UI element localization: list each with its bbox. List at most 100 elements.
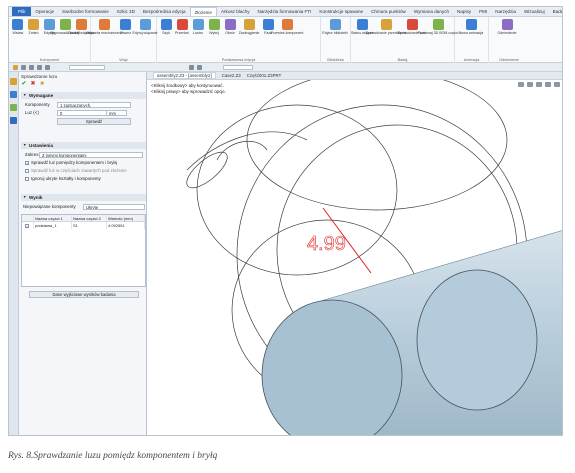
undo-icon[interactable] bbox=[21, 65, 26, 70]
snap-icon[interactable] bbox=[45, 65, 50, 70]
move-component-icon bbox=[281, 19, 293, 30]
insert-button[interactable]: Wstaw bbox=[10, 19, 26, 63]
interference-icon bbox=[380, 19, 392, 30]
doc-tab-czesc001[interactable]: Część001.Z3PRT bbox=[247, 73, 282, 78]
row-checkbox[interactable]: ✓ bbox=[22, 222, 34, 229]
release-constraints-button[interactable]: Zwolnij wiązania bbox=[68, 19, 94, 63]
edit-constraint-button[interactable]: Edytuj wiązanie bbox=[133, 19, 158, 63]
col-check bbox=[22, 215, 34, 221]
col-value: Wartość (mm) bbox=[107, 215, 145, 221]
tab-arkusz-blachy[interactable]: Arkusz blachy bbox=[217, 7, 254, 16]
clearance-input[interactable]: 0 bbox=[57, 110, 107, 116]
clearance-check-button[interactable]: Sprawdzanie luzu bbox=[398, 19, 426, 63]
pattern-button[interactable]: Szyk bbox=[158, 19, 174, 63]
tab-plik[interactable]: Plik bbox=[12, 7, 32, 16]
pan-icon[interactable] bbox=[536, 82, 542, 87]
export-results-button[interactable]: Dane wyjściowe wyników badania bbox=[29, 291, 139, 298]
view-icon[interactable] bbox=[189, 65, 194, 70]
library-icon bbox=[329, 19, 341, 30]
fillet-button[interactable]: Zaokrąglenie bbox=[238, 19, 260, 63]
option-1-checkbox[interactable]: ✓ bbox=[25, 160, 29, 165]
filter-icon[interactable] bbox=[37, 65, 42, 70]
components-field[interactable]: 1 zaznaczonych, bbox=[57, 102, 131, 108]
ribbon-group-label: Animacja bbox=[463, 58, 480, 62]
open-button[interactable]: Otwórz bbox=[116, 19, 135, 63]
redo-icon[interactable] bbox=[29, 65, 34, 70]
tab-wymiana-danych[interactable]: Wymiana danych bbox=[410, 7, 453, 16]
ribbon-group-podstawowa-edycja: Szyk Przenieś Lustro Wytnij Otwór Zaokrą… bbox=[157, 17, 321, 63]
tab-narzedzia-fti[interactable]: Narzędzia formowania FTI bbox=[254, 7, 316, 16]
tree-icon[interactable] bbox=[10, 104, 17, 111]
section-settings-header[interactable]: Ustawienia bbox=[21, 142, 146, 149]
ribbon-group-label: Odniesienie bbox=[498, 58, 520, 62]
reference-button[interactable]: Odniesienie bbox=[490, 19, 524, 63]
ribbon: Wstaw Zmień Edycja Wyprowadź kształt Zwo… bbox=[9, 17, 562, 63]
apply-icon[interactable]: ■ bbox=[39, 81, 45, 87]
pattern-icon bbox=[160, 19, 172, 30]
mirror-button[interactable]: Lustro bbox=[190, 19, 206, 63]
ribbon-group-label: Podstawowa edycja bbox=[221, 58, 256, 62]
view-cube-icon[interactable] bbox=[518, 82, 524, 87]
derive-shape-button[interactable]: Wyprowadź kształt bbox=[50, 19, 80, 63]
option-2-checkbox[interactable] bbox=[25, 168, 29, 173]
clearance-icon bbox=[406, 19, 418, 30]
tab-wizualizuj[interactable]: Wizualizuj bbox=[520, 7, 549, 16]
chamfer-button[interactable]: Faza bbox=[260, 19, 276, 63]
edit-button[interactable]: Edycja bbox=[41, 19, 57, 63]
shade-icon[interactable] bbox=[545, 82, 551, 87]
tab-narzedzia[interactable]: Narzędzia bbox=[491, 7, 520, 16]
move-component-button[interactable]: Przenieś komponent bbox=[271, 19, 303, 63]
select-filter-icon[interactable] bbox=[13, 65, 18, 70]
tab-konstrukcje-spawane[interactable]: Konstrukcje spawane bbox=[315, 7, 367, 16]
3d-viewport[interactable]: 4.99 <Kliknij środkowy> aby kontynuować.… bbox=[147, 80, 562, 435]
move-button[interactable]: Przenieś bbox=[174, 19, 190, 63]
outer-circle bbox=[196, 104, 398, 276]
assembly-icon[interactable] bbox=[10, 91, 17, 98]
history-icon[interactable] bbox=[10, 78, 17, 85]
section-required-header[interactable]: Wymagane bbox=[21, 92, 146, 99]
menu-bar: Plik Operacje Swobodne formowanie Szkic … bbox=[9, 7, 562, 17]
tab-napisy[interactable]: Napisy bbox=[453, 7, 475, 16]
ribbon-group-komponent: Wstaw Zmień Edycja Wyprowadź kształt Zwo… bbox=[9, 17, 94, 63]
library-editor-button[interactable]: Edytor biblioteki bbox=[322, 19, 348, 63]
tab-swobodne-formowanie[interactable]: Swobodne formowanie bbox=[58, 7, 113, 16]
cut-button[interactable]: Wytnij bbox=[206, 19, 222, 63]
panel-actions: ✔ ✖ ■ bbox=[21, 81, 145, 89]
tab-zlozenie[interactable]: Złożenie bbox=[189, 7, 217, 16]
interference-check-button[interactable]: Sprawdzanie przenikania bbox=[366, 19, 406, 63]
compare-icon bbox=[432, 19, 444, 30]
option-3-checkbox[interactable] bbox=[25, 176, 29, 181]
scope-select[interactable]: Z innymi komponentami bbox=[39, 152, 143, 158]
zoom-icon[interactable] bbox=[527, 82, 533, 87]
tab-szkic-3d[interactable]: Szkic 3D bbox=[113, 7, 139, 16]
constraint-status-button[interactable]: Status wiązań bbox=[351, 19, 373, 63]
layout-icon[interactable] bbox=[554, 82, 560, 87]
mechanical-constraints-button[interactable]: Wiązania mechaniczne bbox=[86, 19, 122, 63]
check-button[interactable]: Sprawdź bbox=[57, 118, 131, 125]
section-result-header[interactable]: Wynik bbox=[21, 194, 146, 201]
doc-tab-assembly2[interactable]: assembly2.Z3 - [assembly2] bbox=[153, 72, 216, 79]
filter-dropdown[interactable] bbox=[69, 65, 105, 70]
outer-circle bbox=[246, 80, 508, 211]
outer-circle bbox=[216, 141, 268, 161]
compare-3d-bom-button[interactable]: Porównaj 3D BOM części bbox=[418, 19, 458, 63]
close-icon[interactable]: ✖ bbox=[30, 81, 36, 87]
tab-badaj[interactable]: Badaj bbox=[549, 7, 562, 16]
user-icon[interactable] bbox=[10, 117, 17, 124]
doc-tab-case2[interactable]: Case2.Z3 bbox=[222, 73, 241, 78]
filter-select[interactable]: Ukryte bbox=[83, 204, 145, 210]
table-row[interactable]: ✓ podstawa_1 S1 4.092551 bbox=[22, 222, 145, 229]
tab-bezposrednia-edycja[interactable]: Bezpośrednia edycja bbox=[139, 7, 190, 16]
hole-button[interactable]: Otwór bbox=[222, 19, 238, 63]
render-icon[interactable] bbox=[197, 65, 202, 70]
ribbon-group-odniesienie: Odniesienie Odniesienie bbox=[489, 17, 529, 63]
tab-operacje[interactable]: Operacje bbox=[31, 7, 58, 16]
change-button[interactable]: Zmień bbox=[26, 19, 42, 63]
components-row: Komponenty 1 zaznaczonych, bbox=[21, 101, 146, 109]
tab-chmura-punktow[interactable]: Chmura punktów bbox=[367, 7, 410, 16]
ok-icon[interactable]: ✔ bbox=[21, 81, 27, 87]
tab-pmi[interactable]: PMI bbox=[475, 7, 491, 16]
new-animation-button[interactable]: Nowa animacja bbox=[456, 19, 486, 63]
view-mode-dropdown[interactable] bbox=[223, 65, 253, 70]
clearance-unit[interactable]: mm bbox=[107, 110, 127, 116]
